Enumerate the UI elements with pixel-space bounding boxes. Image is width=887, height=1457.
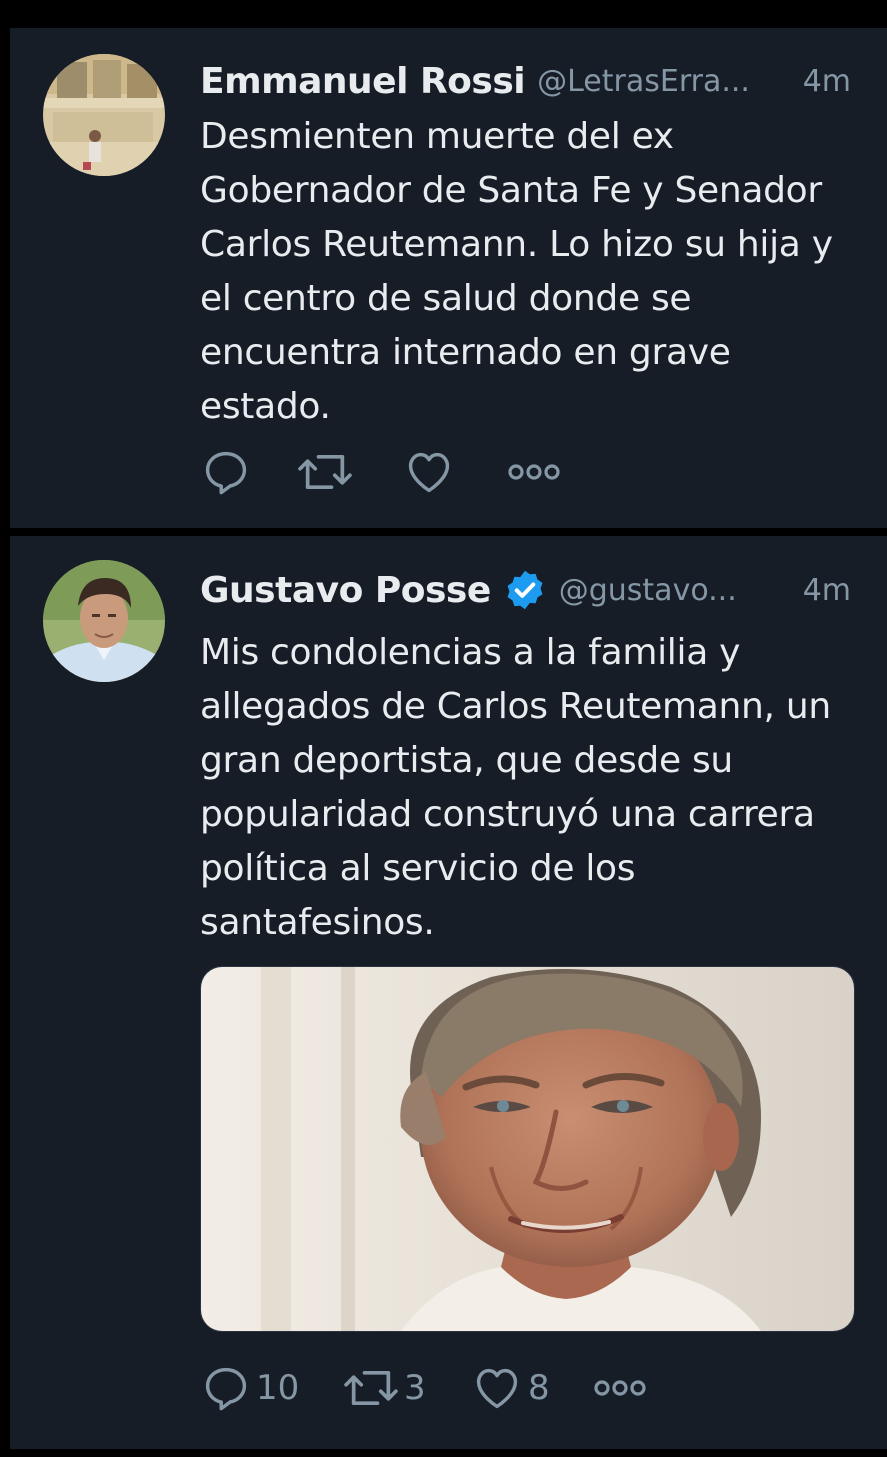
user-handle[interactable]: @LetrasErra...	[537, 64, 791, 99]
reply-count: 10	[256, 1368, 300, 1408]
like-button[interactable]	[402, 446, 506, 498]
tweet-actions	[200, 442, 562, 502]
more-icon	[508, 464, 560, 480]
tweet-header: Gustavo Posse @gustavo... 4m	[200, 565, 851, 615]
retweet-icon	[298, 454, 352, 490]
tweet-photo[interactable]	[200, 966, 855, 1332]
retweet-button[interactable]: 3	[342, 1362, 470, 1414]
like-count: 8	[528, 1368, 550, 1408]
timeline: Emmanuel Rossi @LetrasErra... 4m Desmien…	[0, 0, 887, 1457]
display-name[interactable]: Emmanuel Rossi	[200, 61, 526, 102]
timestamp[interactable]: 4m	[803, 573, 851, 608]
avatar[interactable]	[43, 560, 165, 682]
tweet[interactable]: Emmanuel Rossi @LetrasErra... 4m Desmien…	[10, 28, 887, 528]
tweet[interactable]: Gustavo Posse @gustavo... 4m Mis condole…	[10, 536, 887, 1449]
portrait-photo	[201, 967, 854, 1331]
verified-badge-icon	[507, 570, 543, 610]
tweet-actions: 10 3 8	[200, 1358, 648, 1418]
heart-icon	[476, 1368, 518, 1409]
tweet-text: Desmienten muerte del ex Gobernador de S…	[200, 116, 833, 427]
retweet-icon	[344, 1370, 398, 1406]
more-button[interactable]	[592, 1378, 648, 1398]
tweet-text: Mis condolencias a la familia y allegado…	[200, 632, 831, 943]
like-button[interactable]: 8	[470, 1362, 592, 1414]
reply-icon	[205, 1367, 247, 1411]
more-icon	[594, 1380, 646, 1396]
heart-icon	[408, 452, 450, 493]
retweet-button[interactable]	[296, 446, 402, 498]
reply-button[interactable]: 10	[200, 1362, 342, 1414]
user-handle[interactable]: @gustavo...	[559, 573, 791, 608]
more-button[interactable]	[506, 462, 562, 482]
display-name[interactable]: Gustavo Posse	[200, 570, 491, 611]
avatar[interactable]	[43, 54, 165, 176]
retweet-count: 3	[404, 1368, 426, 1408]
reply-icon	[205, 451, 247, 495]
avatar-image	[43, 560, 165, 682]
tweet-header: Emmanuel Rossi @LetrasErra... 4m	[200, 56, 851, 106]
reply-button[interactable]	[200, 446, 296, 498]
avatar-image	[43, 54, 165, 176]
timestamp[interactable]: 4m	[803, 64, 851, 99]
